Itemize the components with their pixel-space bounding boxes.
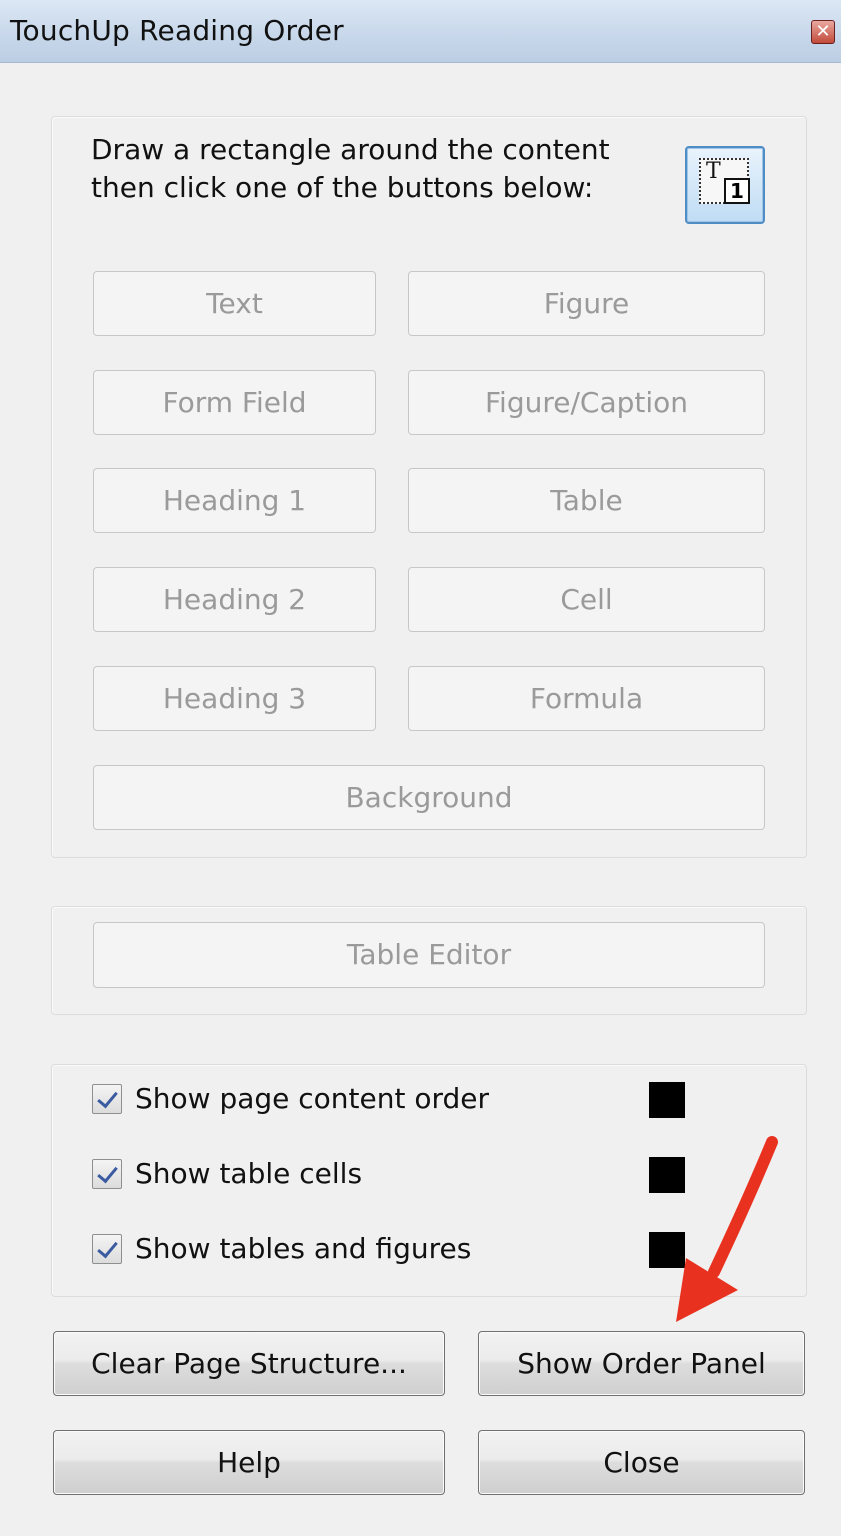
number-badge: 1: [724, 178, 750, 204]
tables-and-figures-color-swatch[interactable]: [649, 1232, 685, 1268]
heading-1-button[interactable]: Heading 1: [93, 468, 376, 533]
clear-page-structure-button[interactable]: Clear Page Structure...: [53, 1331, 445, 1396]
show-tables-and-figures-row: Show tables and figures: [92, 1232, 692, 1266]
page-content-order-color-swatch[interactable]: [649, 1082, 685, 1118]
formula-button[interactable]: Formula: [408, 666, 765, 731]
background-button[interactable]: Background: [93, 765, 765, 830]
show-tables-and-figures-checkbox[interactable]: [92, 1234, 122, 1264]
figure-button[interactable]: Figure: [408, 271, 765, 336]
figure-caption-button[interactable]: Figure/Caption: [408, 370, 765, 435]
show-order-panel-button[interactable]: Show Order Panel: [478, 1331, 805, 1396]
show-page-content-order-label: Show page content order: [135, 1082, 490, 1115]
help-button[interactable]: Help: [53, 1430, 445, 1495]
cell-button[interactable]: Cell: [408, 567, 765, 632]
text-button[interactable]: Text: [93, 271, 376, 336]
show-tables-and-figures-label: Show tables and figures: [135, 1232, 472, 1265]
window-title: TouchUp Reading Order: [10, 14, 344, 47]
title-bar[interactable]: TouchUp Reading Order ✕: [0, 0, 841, 63]
table-cells-color-swatch[interactable]: [649, 1157, 685, 1193]
instructions-text: Draw a rectangle around the content then…: [91, 133, 610, 204]
text-glyph: T: [706, 159, 721, 184]
touchup-reading-order-dialog: TouchUp Reading Order ✕ Draw a rectangle…: [0, 0, 841, 1536]
show-table-cells-label: Show table cells: [135, 1157, 363, 1190]
close-window-icon[interactable]: ✕: [811, 20, 835, 44]
draw-rectangle-tool-icon[interactable]: T 1: [685, 146, 765, 224]
show-page-content-order-row: Show page content order: [92, 1082, 692, 1116]
heading-3-button[interactable]: Heading 3: [93, 666, 376, 731]
close-button[interactable]: Close: [478, 1430, 805, 1495]
heading-2-button[interactable]: Heading 2: [93, 567, 376, 632]
show-table-cells-checkbox[interactable]: [92, 1159, 122, 1189]
show-page-content-order-checkbox[interactable]: [92, 1084, 122, 1114]
table-editor-button[interactable]: Table Editor: [93, 922, 765, 988]
form-field-button[interactable]: Form Field: [93, 370, 376, 435]
show-table-cells-row: Show table cells: [92, 1157, 692, 1191]
table-button[interactable]: Table: [408, 468, 765, 533]
